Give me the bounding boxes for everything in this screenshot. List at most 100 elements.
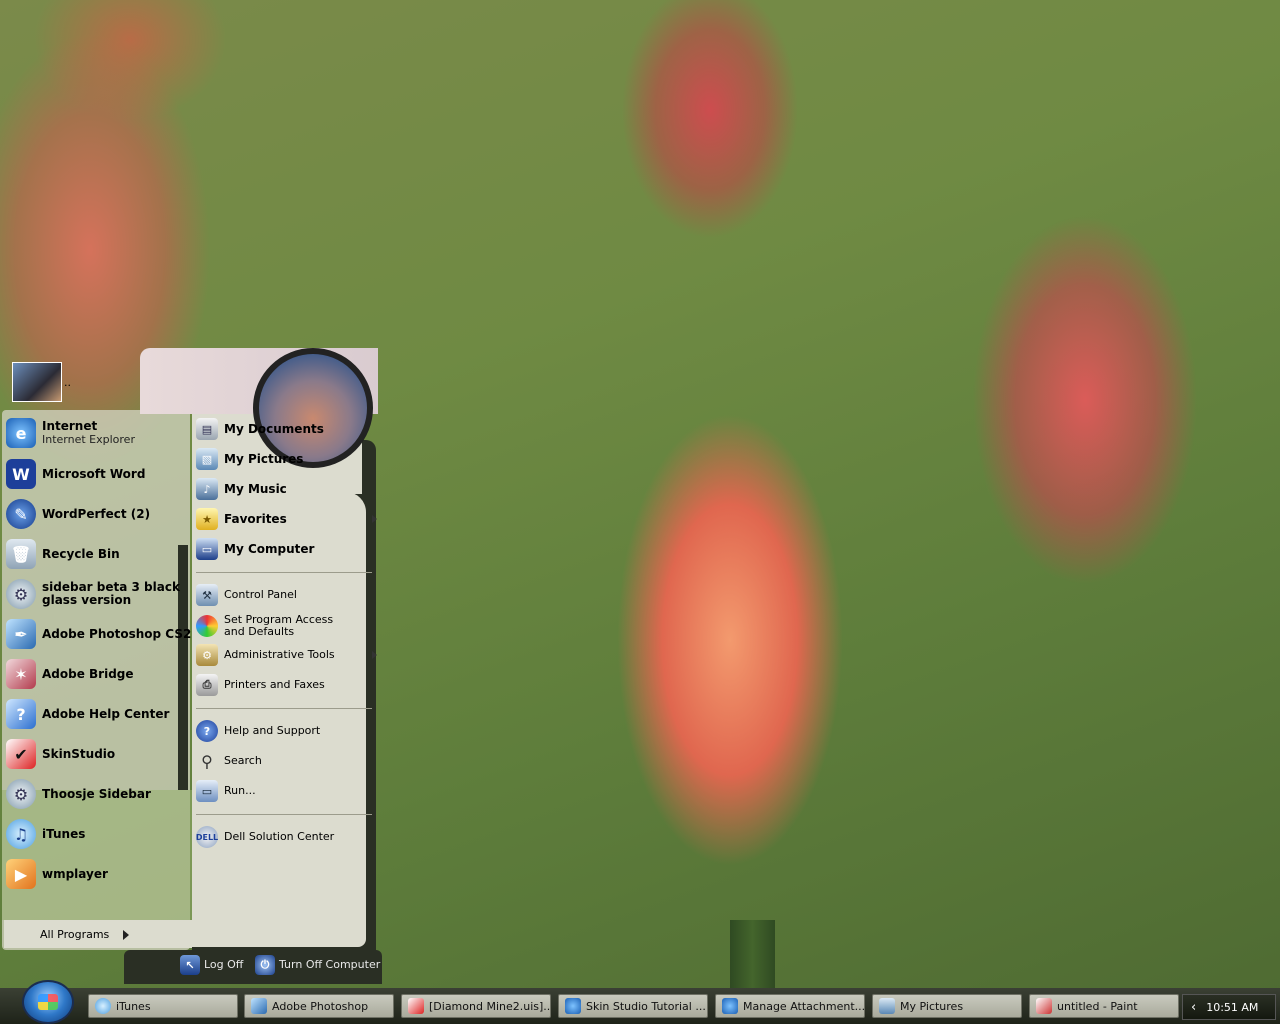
setting-printers-faxes[interactable]: ⎙ Printers and Faxes [196,674,325,696]
skinstudio-icon: ✔ [6,739,36,769]
place-my-pictures[interactable]: ▧ My Pictures [196,448,303,470]
user-name: .. [64,376,71,389]
taskbar-button-label: Skin Studio Tutorial ... [586,999,706,1013]
run-icon: ▭ [196,780,218,802]
pictures-icon: ▧ [196,448,218,470]
recent-item-label: SkinStudio [42,746,116,761]
place-my-documents[interactable]: ▤ My Documents [196,418,324,440]
recent-item-photoshop[interactable]: ✒ Adobe Photoshop CS2 [6,619,191,649]
place-label: Favorites [224,512,287,526]
program-access-icon [196,615,218,637]
computer-icon: ▭ [196,538,218,560]
start-button[interactable] [22,980,74,1024]
turn-off-label: Turn Off Computer [279,958,381,971]
taskbar-button-photoshop[interactable]: Adobe Photoshop [244,994,394,1018]
all-programs-button[interactable]: All Programs [40,928,130,941]
taskbar-button-label: Manage Attachment... [743,999,865,1013]
arrow-right-icon [123,929,130,940]
recent-item-itunes[interactable]: ♫ iTunes [6,819,85,849]
taskbar-button-label: [Diamond Mine2.uis]... [429,999,551,1013]
menu-separator [196,708,372,709]
taskbar-button-label: untitled - Paint [1057,999,1138,1013]
all-programs-label: All Programs [40,928,110,941]
itunes-icon: ♫ [6,819,36,849]
pinned-item-internet[interactable]: e Internet Internet Explorer [6,418,135,448]
recent-item-sidebar-beta[interactable]: ⚙ sidebar beta 3 black glass version [6,579,190,609]
pinned-item-label: Internet [42,419,98,433]
tool-label: Run... [224,784,256,797]
recent-item-skinstudio[interactable]: ✔ SkinStudio [6,739,115,769]
dell-icon: DELL [196,826,218,848]
admin-tools-icon: ⚙ [196,644,218,666]
log-off-button[interactable]: ↖ Log Off [180,955,243,975]
taskbar-button-my-pictures[interactable]: My Pictures [872,994,1022,1018]
word-icon: W [6,459,36,489]
photoshop-icon: ✒ [6,619,36,649]
recent-item-help-center[interactable]: ? Adobe Help Center [6,699,169,729]
pinned-item-sublabel: Internet Explorer [42,433,135,446]
recent-item-label: Adobe Help Center [42,706,170,721]
place-favorites[interactable]: ★ Favorites [196,508,287,530]
pinned-item-word[interactable]: W Microsoft Word [6,459,145,489]
taskbar-button-paint[interactable]: untitled - Paint [1029,994,1179,1018]
setting-administrative-tools[interactable]: ⚙ Administrative Tools [196,644,335,666]
setting-label: Set Program Access and Defaults [224,613,334,638]
taskbar-button-manage-attachment[interactable]: Manage Attachment... [715,994,865,1018]
setting-label: Printers and Faxes [224,678,325,691]
clock[interactable]: 10:51 AM [1206,1001,1258,1014]
wordperfect-icon: ✎ [6,499,36,529]
recent-item-bridge[interactable]: ✶ Adobe Bridge [6,659,134,689]
gear-icon: ⚙ [6,579,36,609]
oem-label: Dell Solution Center [224,830,335,843]
tool-label: Help and Support [224,724,321,737]
place-my-music[interactable]: ♪ My Music [196,478,287,500]
favorites-icon: ★ [196,508,218,530]
tool-help-support[interactable]: ? Help and Support [196,720,320,742]
pinned-item-wordperfect[interactable]: ✎ WordPerfect (2) [6,499,150,529]
recent-item-label: Recycle Bin [42,546,120,561]
taskbar-button-skin-studio-tutorial[interactable]: Skin Studio Tutorial ... [558,994,708,1018]
recent-item-label: iTunes [42,826,86,841]
taskbar-button-label: iTunes [116,999,151,1013]
place-label: My Music [224,482,287,496]
documents-icon: ▤ [196,418,218,440]
avatar[interactable] [12,362,62,402]
tool-run[interactable]: ▭ Run... [196,780,256,802]
chevron-left-icon[interactable]: ‹ [1183,1000,1206,1015]
place-label: My Documents [224,422,324,436]
submenu-arrow-icon [372,515,377,523]
turn-off-button[interactable]: ⏻ Turn Off Computer [255,955,380,975]
recent-item-recycle-bin[interactable]: 🗑 Recycle Bin [6,539,120,569]
skinstudio-icon [408,998,424,1014]
menu-separator [196,814,372,815]
oem-dell-solution-center[interactable]: DELL Dell Solution Center [196,826,334,848]
submenu-arrow-icon [372,651,377,659]
pinned-item-label: Microsoft Word [42,466,146,481]
recent-item-label: sidebar beta 3 black glass version [42,580,180,607]
system-tray: ‹ 10:51 AM [1182,994,1276,1020]
log-off-icon: ↖ [180,955,200,975]
setting-program-access[interactable]: Set Program Access and Defaults [196,614,366,638]
setting-control-panel[interactable]: ⚒ Control Panel [196,584,297,606]
recent-item-label: Adobe Bridge [42,666,134,681]
menu-separator [196,572,372,573]
itunes-icon [95,998,111,1014]
place-my-computer[interactable]: ▭ My Computer [196,538,314,560]
gear-icon: ⚙ [6,779,36,809]
photoshop-icon [251,998,267,1014]
tool-label: Search [224,754,262,767]
paint-icon [1036,998,1052,1014]
log-off-label: Log Off [204,958,244,971]
recent-item-wmplayer[interactable]: ▶ wmplayer [6,859,108,889]
recent-item-thoosje[interactable]: ⚙ Thoosje Sidebar [6,779,151,809]
help-icon: ? [196,720,218,742]
taskbar-button-diamond-mine[interactable]: [Diamond Mine2.uis]... [401,994,551,1018]
menu-left-lower-panel [2,790,192,920]
control-panel-icon: ⚒ [196,584,218,606]
power-icon: ⏻ [255,955,275,975]
recent-item-label: Adobe Photoshop CS2 [42,626,192,641]
printer-icon: ⎙ [196,674,218,696]
tool-search[interactable]: ⚲ Search [196,750,262,772]
recent-item-label: Thoosje Sidebar [42,786,151,801]
taskbar-button-itunes[interactable]: iTunes [88,994,238,1018]
